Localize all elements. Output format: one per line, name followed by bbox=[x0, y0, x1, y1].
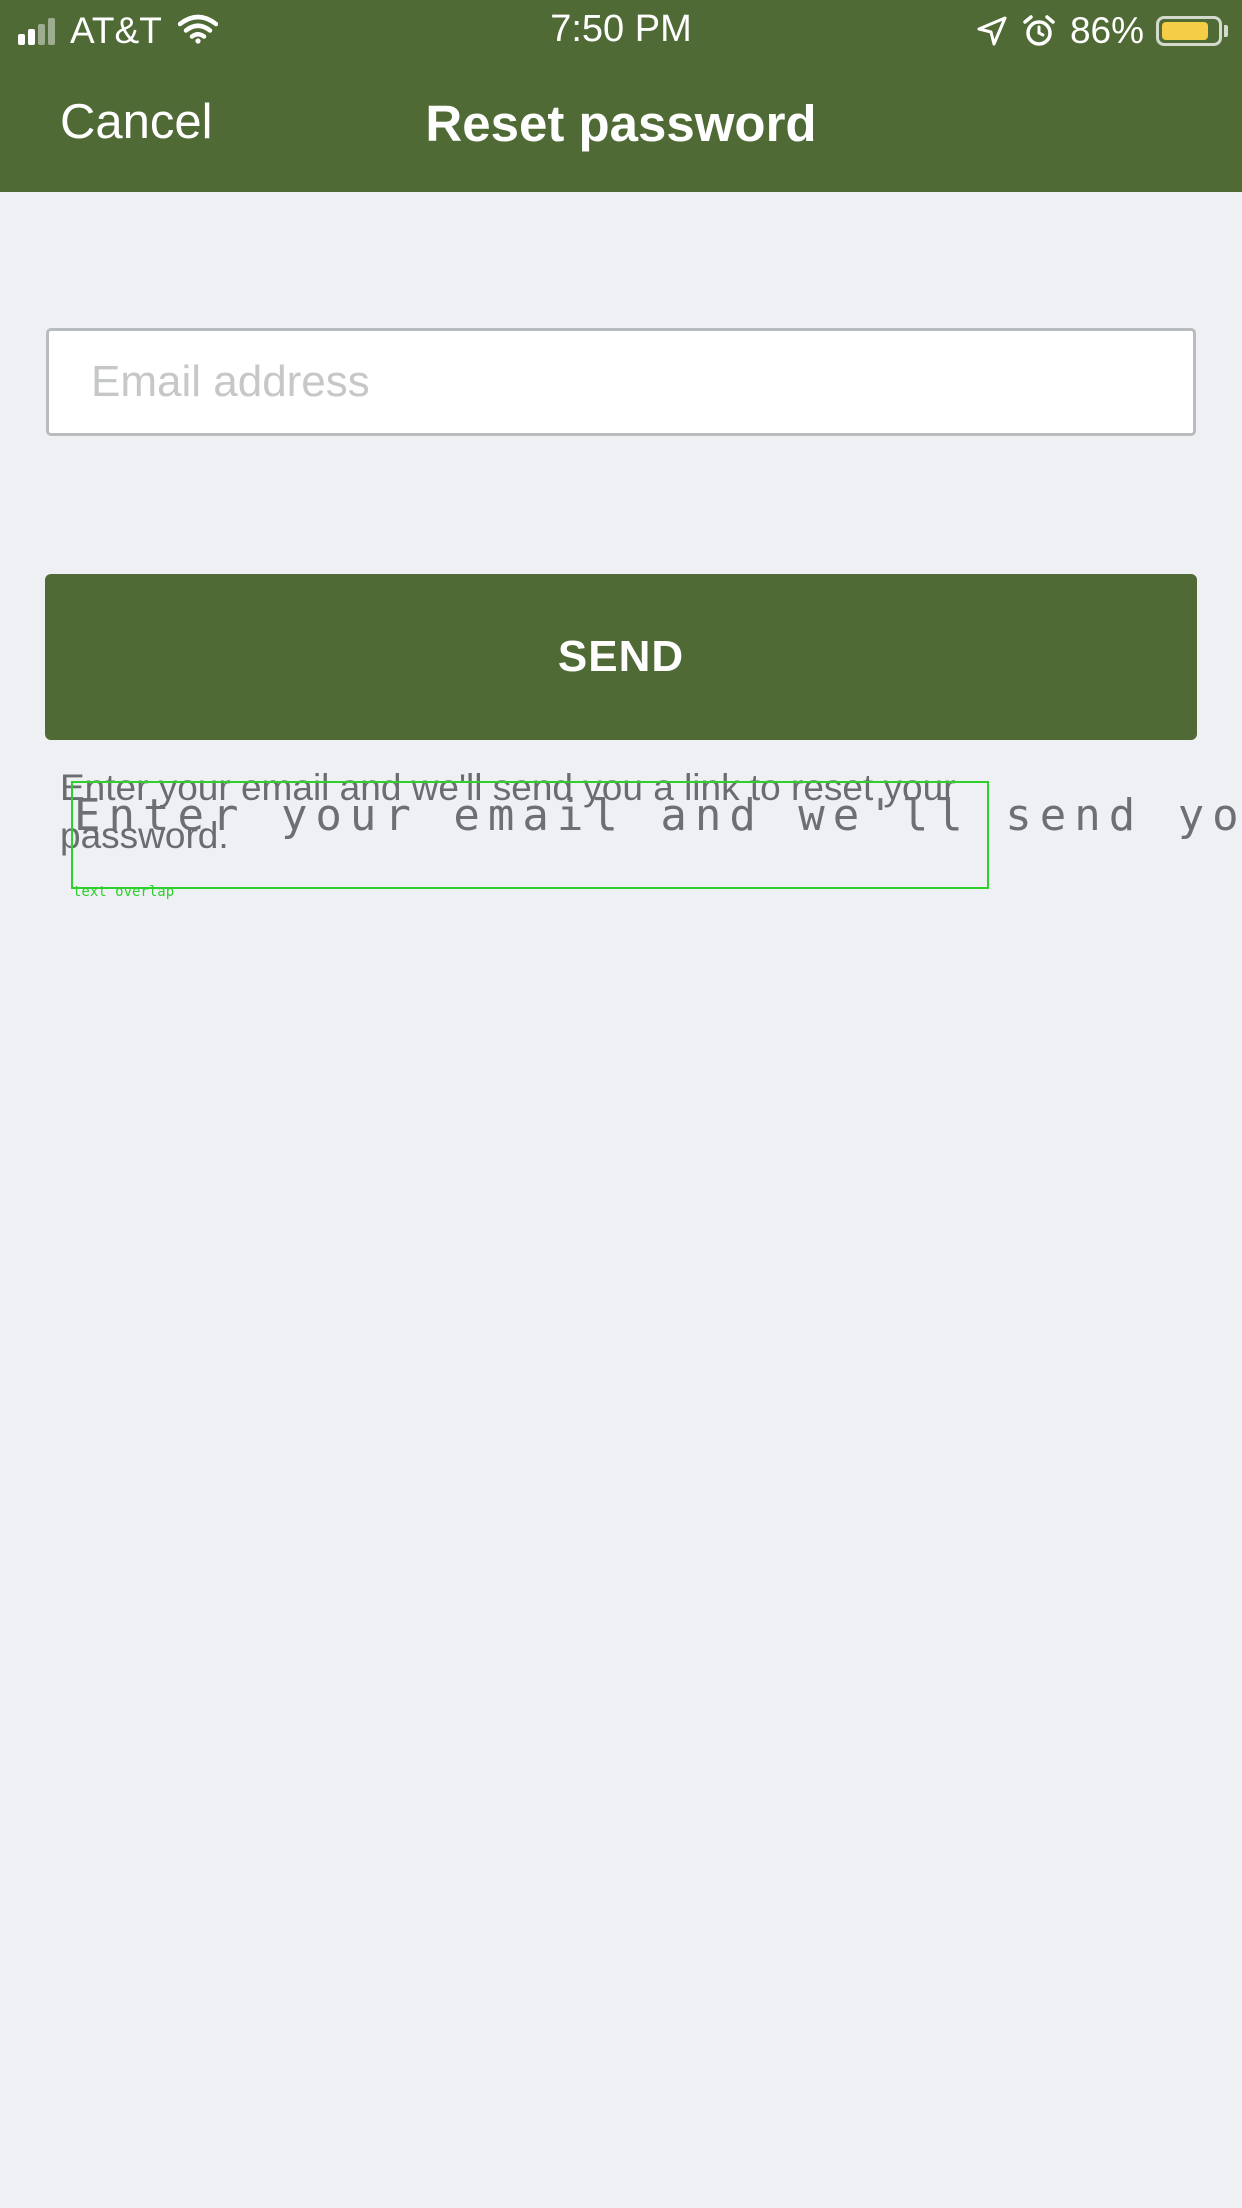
app-header: AT&T 7:50 PM 86% Cancel Reset password bbox=[0, 0, 1242, 192]
location-arrow-icon bbox=[976, 15, 1008, 47]
overlap-highlight-box bbox=[71, 781, 989, 889]
battery-icon bbox=[1156, 16, 1222, 46]
overlap-label: text overlap bbox=[73, 884, 175, 900]
alarm-icon bbox=[1022, 14, 1056, 48]
page-title: Reset password bbox=[425, 95, 817, 152]
email-field[interactable] bbox=[46, 328, 1196, 436]
battery-tip bbox=[1224, 25, 1228, 37]
send-button[interactable]: SEND bbox=[45, 574, 1197, 740]
battery-percent: 86% bbox=[1069, 10, 1144, 51]
status-right: 86% bbox=[976, 8, 1228, 54]
status-bar: AT&T 7:50 PM 86% bbox=[0, 0, 1242, 62]
battery-fill bbox=[1162, 22, 1209, 40]
